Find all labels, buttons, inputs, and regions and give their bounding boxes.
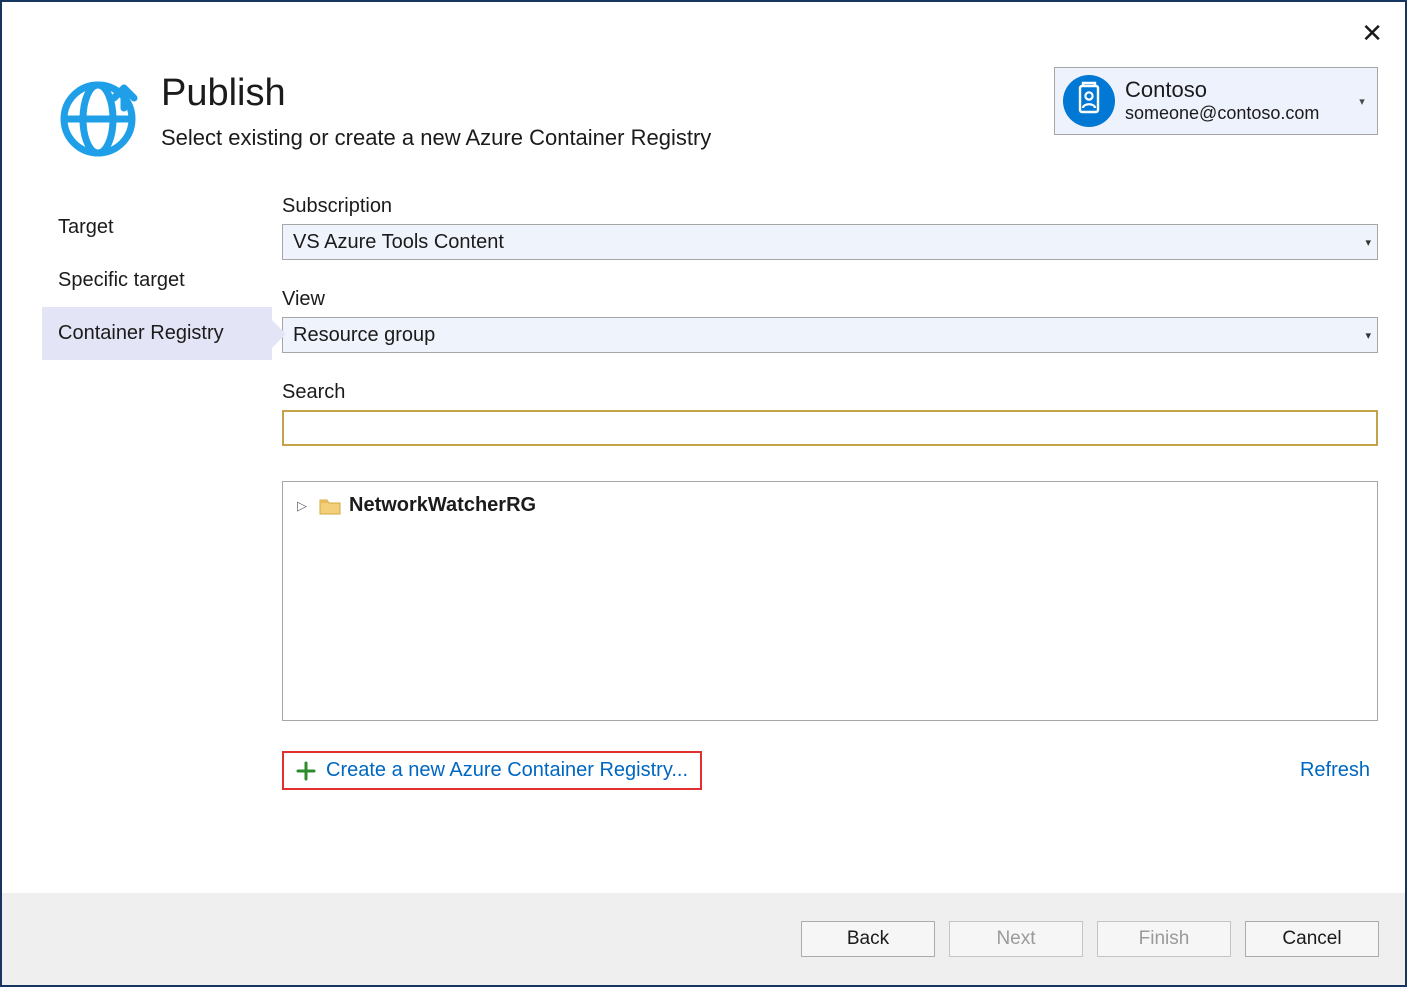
chevron-down-icon: ▾ bbox=[1365, 329, 1371, 342]
publish-globe-icon bbox=[57, 78, 139, 160]
search-label: Search bbox=[282, 381, 1378, 404]
account-info: Contoso someone@contoso.com bbox=[1125, 78, 1351, 123]
chevron-down-icon: ▾ bbox=[1365, 236, 1371, 249]
sidebar-item-label: Target bbox=[58, 216, 114, 238]
account-email: someone@contoso.com bbox=[1125, 103, 1351, 124]
tree-item[interactable]: ▷ NetworkWatcherRG bbox=[297, 494, 1363, 517]
refresh-link[interactable]: Refresh bbox=[1300, 759, 1378, 782]
account-badge-icon bbox=[1063, 75, 1115, 127]
close-button[interactable]: ✕ bbox=[1361, 20, 1383, 46]
resource-tree[interactable]: ▷ NetworkWatcherRG bbox=[282, 481, 1378, 721]
close-icon: ✕ bbox=[1361, 18, 1383, 48]
dialog-footer: Back Next Finish Cancel bbox=[2, 893, 1405, 985]
view-value: Resource group bbox=[293, 324, 1365, 347]
dialog-subtitle: Select existing or create a new Azure Co… bbox=[161, 125, 711, 151]
wizard-sidebar: Target Specific target Container Registr… bbox=[42, 195, 272, 893]
expand-icon[interactable]: ▷ bbox=[297, 498, 311, 514]
main-panel: Subscription VS Azure Tools Content ▾ Vi… bbox=[272, 195, 1378, 893]
plus-icon bbox=[296, 761, 316, 781]
next-button: Next bbox=[949, 921, 1083, 957]
create-new-registry-link[interactable]: Create a new Azure Container Registry... bbox=[282, 751, 702, 790]
search-input[interactable] bbox=[282, 410, 1378, 446]
account-selector[interactable]: Contoso someone@contoso.com ▾ bbox=[1054, 67, 1378, 135]
account-name: Contoso bbox=[1125, 78, 1351, 102]
finish-button: Finish bbox=[1097, 921, 1231, 957]
sidebar-item-label: Specific target bbox=[58, 269, 185, 291]
subscription-dropdown[interactable]: VS Azure Tools Content ▾ bbox=[282, 224, 1378, 260]
subscription-label: Subscription bbox=[282, 195, 1378, 218]
sidebar-item-target[interactable]: Target bbox=[42, 201, 272, 254]
folder-icon bbox=[319, 497, 341, 515]
view-label: View bbox=[282, 288, 1378, 311]
back-button[interactable]: Back bbox=[801, 921, 935, 957]
chevron-down-icon: ▾ bbox=[1355, 95, 1369, 108]
sidebar-item-label: Container Registry bbox=[58, 322, 224, 344]
cancel-button[interactable]: Cancel bbox=[1245, 921, 1379, 957]
dialog-title: Publish bbox=[161, 72, 711, 115]
sidebar-item-container-registry[interactable]: Container Registry bbox=[42, 307, 272, 360]
create-new-registry-label: Create a new Azure Container Registry... bbox=[326, 759, 688, 782]
sidebar-item-specific-target[interactable]: Specific target bbox=[42, 254, 272, 307]
publish-dialog: ✕ Contoso someone@contoso.com ▾ bbox=[0, 0, 1407, 987]
view-dropdown[interactable]: Resource group ▾ bbox=[282, 317, 1378, 353]
subscription-value: VS Azure Tools Content bbox=[293, 231, 1365, 254]
tree-item-label: NetworkWatcherRG bbox=[349, 494, 536, 517]
